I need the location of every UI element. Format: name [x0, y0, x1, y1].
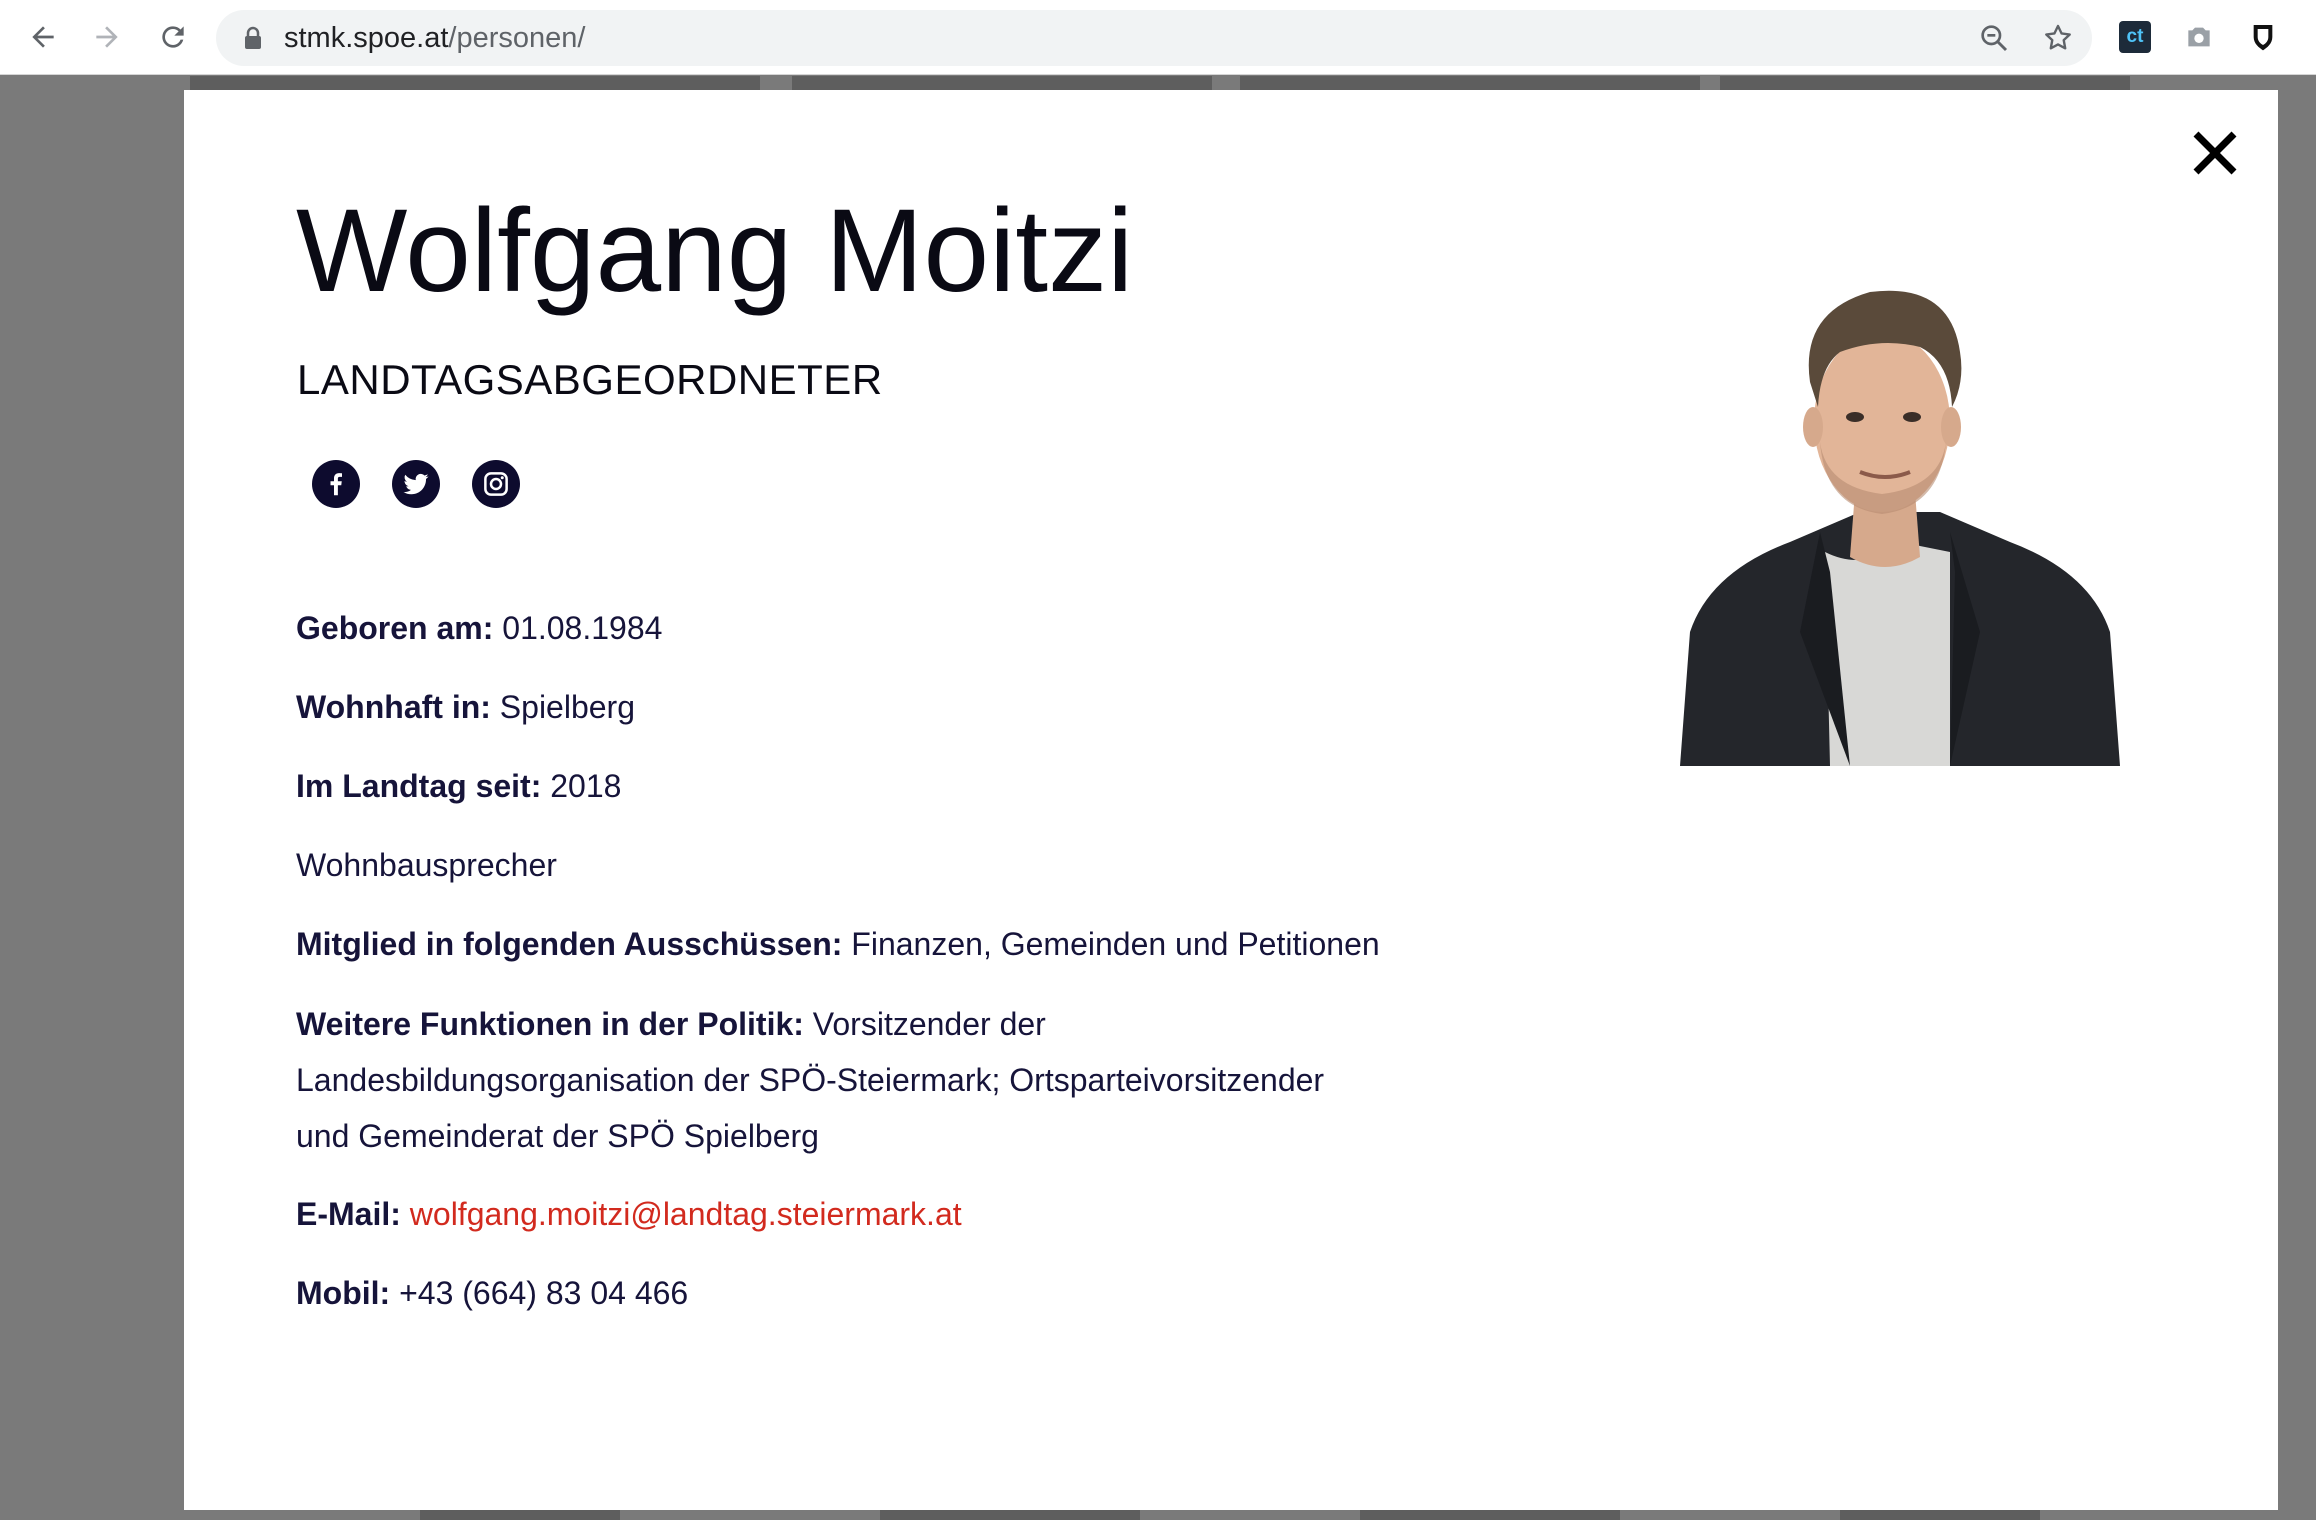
residence-value: Spielberg — [499, 689, 635, 725]
email-link[interactable]: wolfgang.moitzi@landtag.steiermark.at — [410, 1196, 962, 1232]
extension-ct-icon[interactable]: ct — [2116, 18, 2154, 56]
background-photo — [1840, 1510, 2040, 1520]
committees-row: Mitglied in folgenden Ausschüssen: Finan… — [296, 916, 1380, 972]
functions-label: Weitere Funktionen in der Politik: — [296, 1006, 804, 1042]
functions-line-1: Weitere Funktionen in der Politik: Vorsi… — [296, 996, 1046, 1052]
forward-arrow-icon[interactable] — [84, 14, 130, 60]
reload-icon[interactable] — [150, 14, 196, 60]
portrait-photo — [1680, 290, 2120, 766]
mobile-label: Mobil: — [296, 1275, 391, 1311]
functions-line-3: und Gemeinderat der SPÖ Spielberg — [296, 1118, 819, 1154]
lock-icon — [245, 26, 261, 49]
committees-value: Finanzen, Gemeinden und Petitionen — [851, 926, 1380, 962]
mobile-row: Mobil: +43 (664) 83 04 466 — [296, 1265, 688, 1321]
email-label: E-Mail: — [296, 1196, 401, 1232]
camera-icon[interactable] — [2180, 18, 2218, 56]
born-label: Geboren am: — [296, 610, 494, 646]
browser-toolbar: stmk.spoe.at/personen/ ct — [0, 0, 2316, 75]
instagram-icon[interactable] — [472, 460, 520, 508]
facebook-icon[interactable] — [312, 460, 360, 508]
landtag-row: Im Landtag seit: 2018 — [296, 758, 621, 814]
mobile-value: +43 (664) 83 04 466 — [399, 1275, 689, 1311]
landtag-label: Im Landtag seit: — [296, 768, 542, 804]
committees-label: Mitglied in folgenden Ausschüssen: — [296, 926, 843, 962]
background-photo — [1720, 76, 2130, 90]
born-row: Geboren am: 01.08.1984 — [296, 600, 662, 656]
functions-line-2: Landesbildungsorganisation der SPÖ-Steie… — [296, 1062, 1325, 1098]
landtag-value: 2018 — [550, 768, 622, 804]
close-icon[interactable] — [2186, 124, 2244, 182]
person-role: LANDTAGSABGEORDNETER — [297, 356, 883, 403]
person-name: Wolfgang Moitzi — [296, 185, 1134, 317]
speaker-row: Wohnbausprecher — [296, 847, 557, 883]
shield-icon[interactable] — [2244, 18, 2282, 56]
url-path: /personen/ — [448, 22, 586, 54]
functions-value-1: Vorsitzender der — [812, 1006, 1046, 1042]
extension-ct-label: ct — [2119, 21, 2151, 53]
back-arrow-icon[interactable] — [20, 14, 66, 60]
address-bar[interactable]: stmk.spoe.at/personen/ — [216, 10, 2092, 66]
born-value: 01.08.1984 — [502, 610, 663, 646]
background-photo — [420, 1510, 620, 1520]
background-photo — [1360, 1510, 1620, 1520]
background-photo — [1240, 76, 1700, 90]
twitter-icon[interactable] — [392, 460, 440, 508]
background-photo — [190, 76, 760, 90]
zoom-icon[interactable] — [1978, 22, 2010, 54]
background-photo — [792, 76, 1212, 90]
url-host: stmk.spoe.at — [284, 22, 449, 54]
residence-row: Wohnhaft in: Spielberg — [296, 679, 635, 735]
residence-label: Wohnhaft in: — [296, 689, 491, 725]
star-icon[interactable] — [2042, 22, 2074, 54]
background-photo — [880, 1510, 1140, 1520]
profile-modal: Wolfgang Moitzi LANDTAGSABGEORDNETER Geb… — [184, 90, 2278, 1510]
url-text: stmk.spoe.at/personen/ — [284, 22, 585, 54]
email-row: E-Mail: wolfgang.moitzi@landtag.steierma… — [296, 1186, 962, 1242]
